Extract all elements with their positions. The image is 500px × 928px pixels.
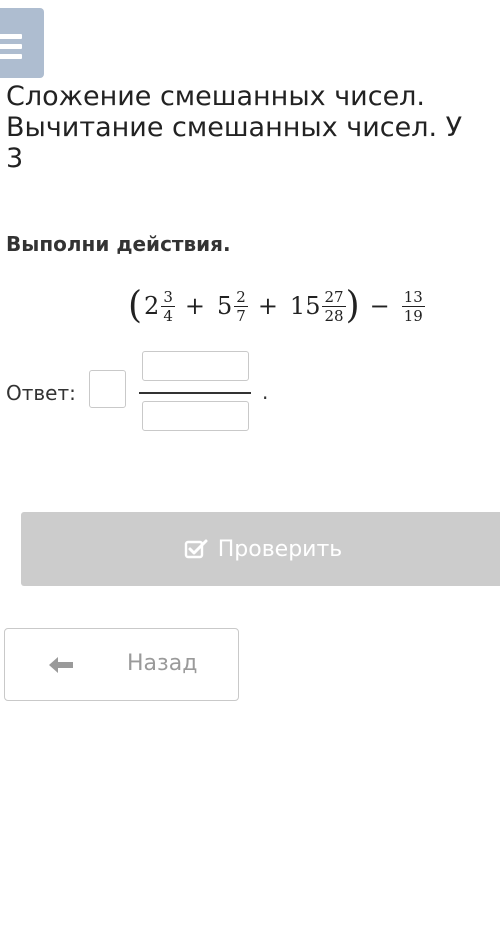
operator-plus-2: + xyxy=(257,292,278,320)
term2-whole: 5 xyxy=(216,292,233,320)
open-paren: ( xyxy=(128,283,143,327)
term1-fraction: 3 4 xyxy=(161,288,175,325)
page-title-line-1: Сложение смешанных чисел. xyxy=(6,81,426,112)
answer-denominator-input[interactable] xyxy=(142,401,249,431)
answer-fraction-line xyxy=(139,392,251,394)
back-button[interactable]: Назад xyxy=(4,628,239,701)
term2-denominator: 7 xyxy=(234,305,248,325)
term3-fraction: 27 28 xyxy=(322,287,346,325)
task-instruction: Выполни действия. xyxy=(6,232,231,256)
check-button-label: Проверить xyxy=(217,536,343,562)
math-expression: ( 2 3 4 + 5 2 7 + 15 27 28 ) − 13 19 xyxy=(128,281,425,331)
term2-numerator: 2 xyxy=(236,287,246,306)
term3-whole: 15 xyxy=(289,292,321,320)
operator-minus: − xyxy=(369,292,390,320)
checkbox-edit-icon xyxy=(184,538,210,560)
term4-numerator: 13 xyxy=(403,287,423,306)
term3-numerator: 27 xyxy=(324,287,344,306)
answer-numerator-input[interactable] xyxy=(142,351,249,381)
term4-denominator: 19 xyxy=(401,305,425,325)
answer-period: . xyxy=(262,380,269,404)
term3-denominator: 28 xyxy=(322,305,346,325)
check-button[interactable]: Проверить xyxy=(21,512,500,586)
menu-button[interactable] xyxy=(0,8,44,78)
page: Сложение смешанных чисел. Вычитание смеш… xyxy=(0,0,500,928)
back-button-label: Назад xyxy=(127,651,198,676)
term4-fraction: 13 19 xyxy=(401,287,425,325)
term2-fraction: 2 7 xyxy=(234,288,248,325)
operator-plus-1: + xyxy=(184,292,205,320)
arrow-left-icon xyxy=(47,655,75,675)
answer-label: Ответ: xyxy=(6,381,76,405)
page-title: Сложение смешанных чисел. Вычитание смеш… xyxy=(6,81,500,174)
close-paren: ) xyxy=(345,283,360,327)
term1-denominator: 4 xyxy=(161,305,175,325)
page-title-line-3: 3 xyxy=(6,143,24,174)
term1-whole: 2 xyxy=(144,292,160,320)
page-title-line-2: Вычитание смешанных чисел. У xyxy=(6,112,463,143)
answer-whole-input[interactable] xyxy=(89,370,126,408)
term1-numerator: 3 xyxy=(163,287,173,306)
